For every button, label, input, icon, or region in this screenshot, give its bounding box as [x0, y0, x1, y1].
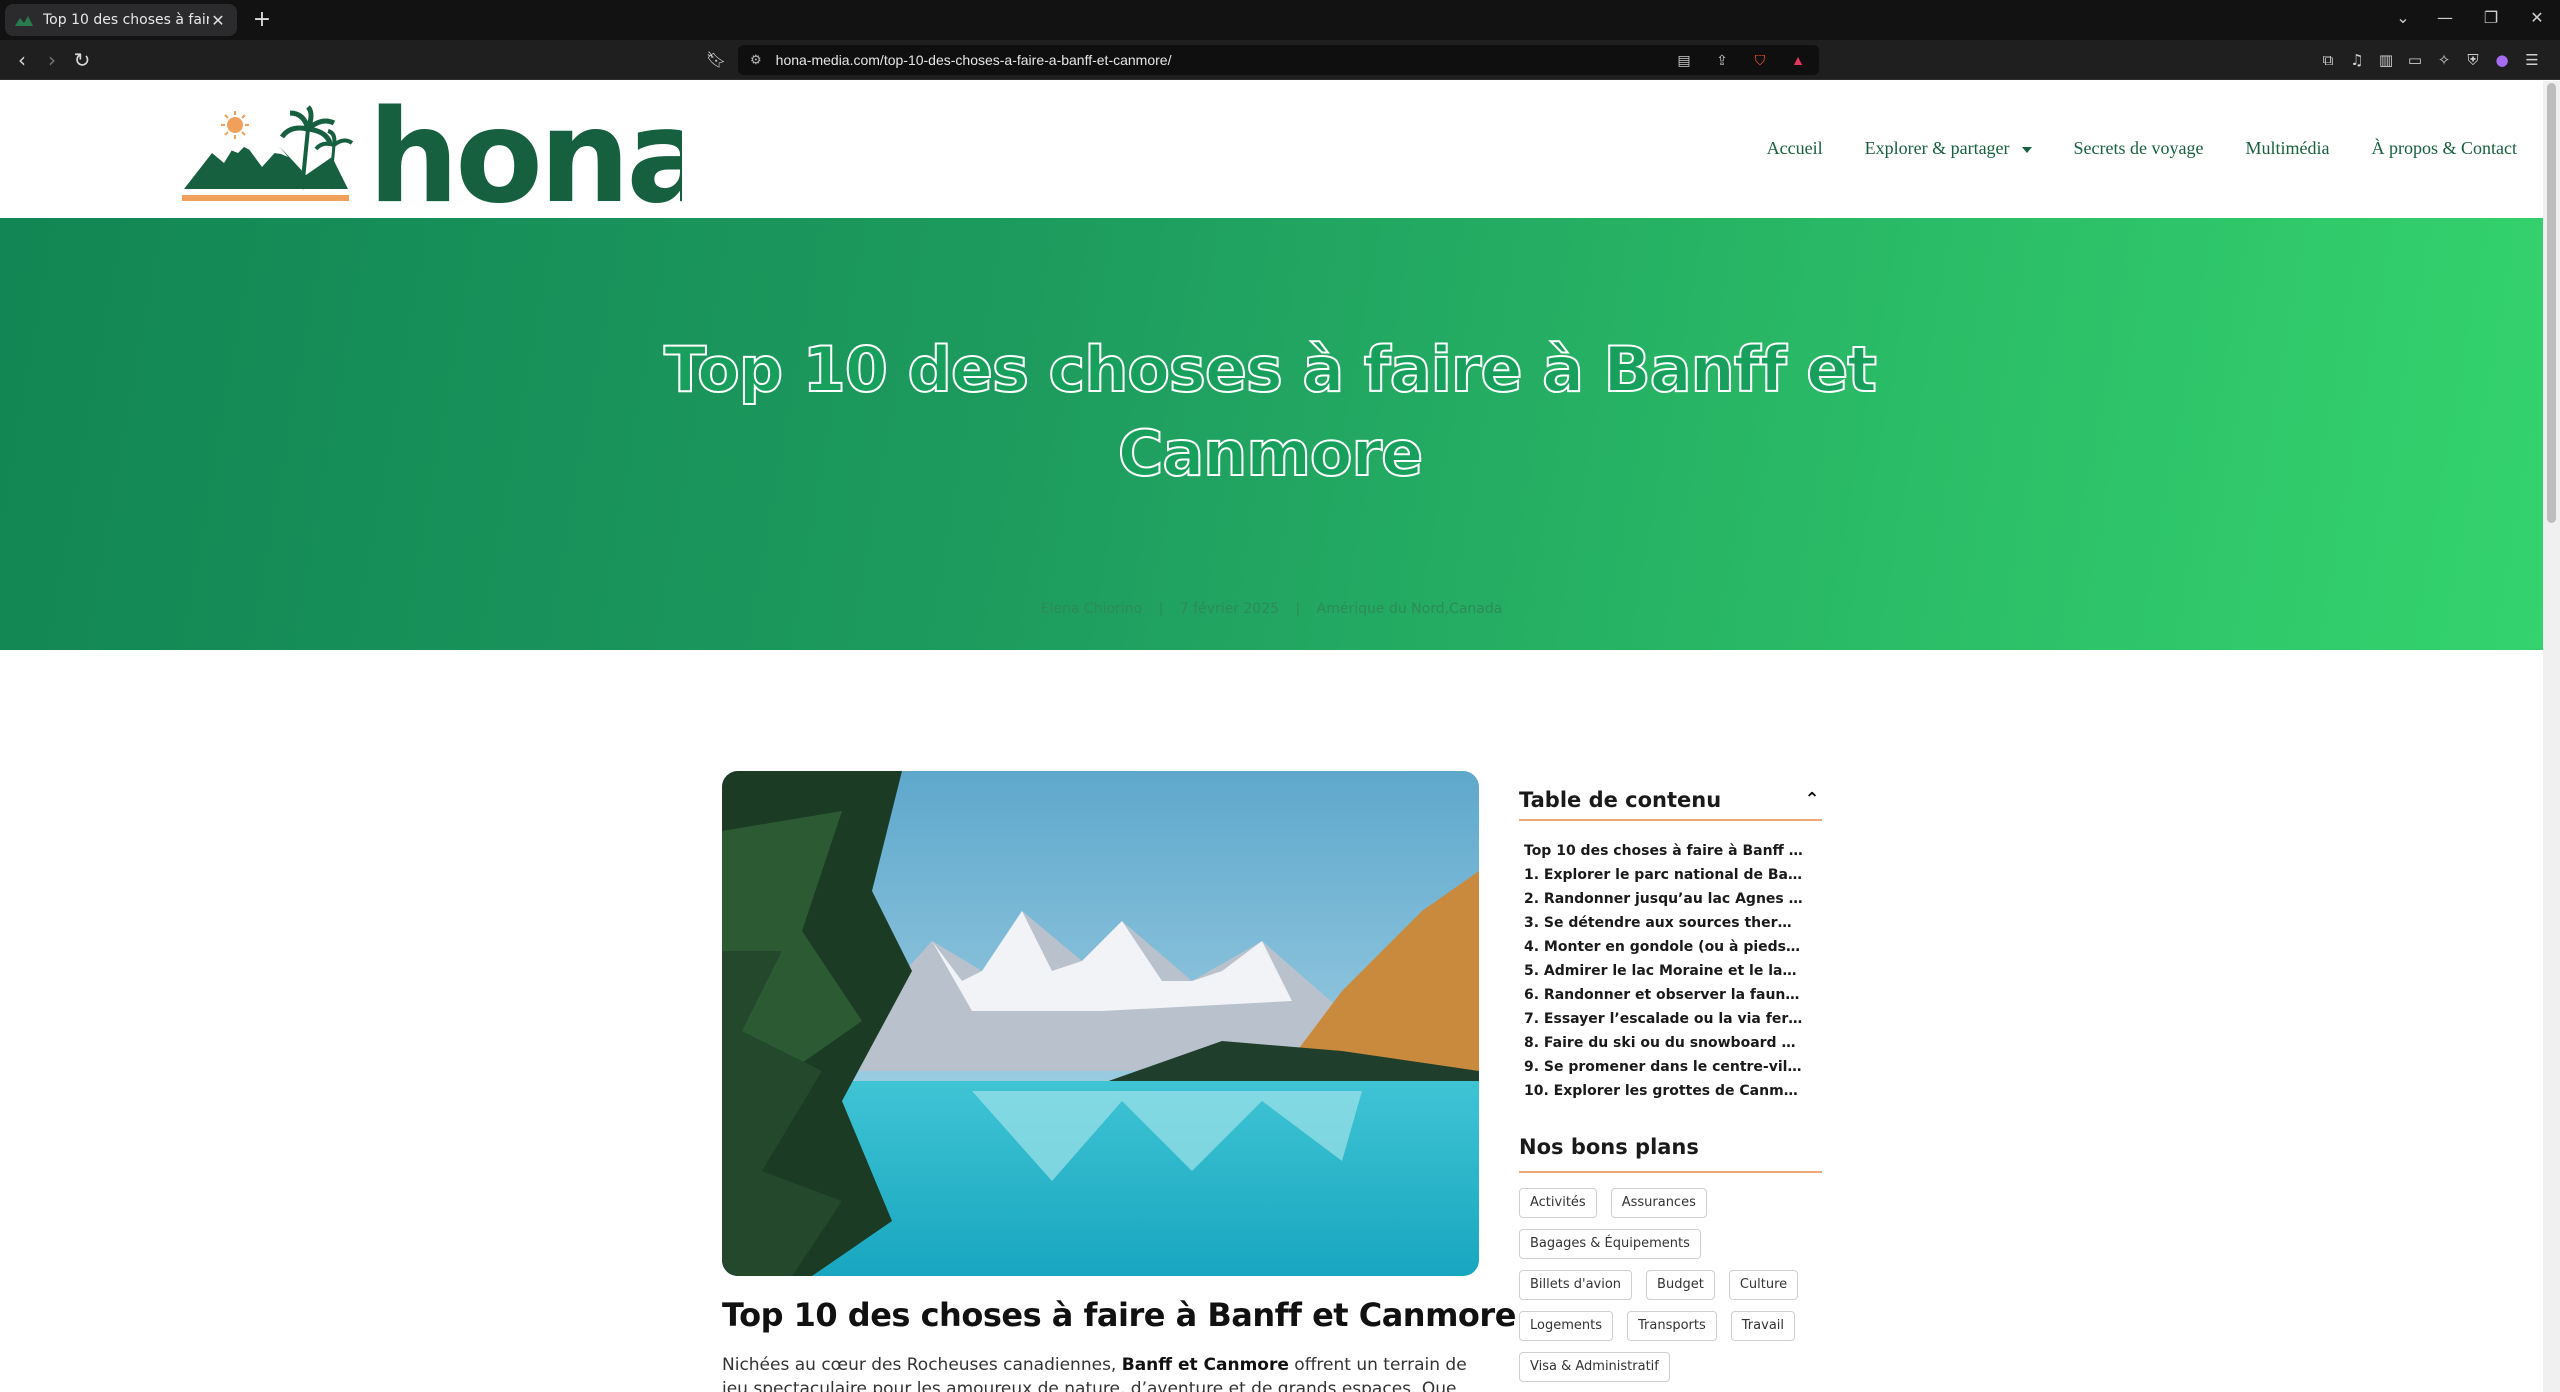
toc-item[interactable]: 10. Explorer les grottes de Canmore (Rat…: [1524, 1079, 1804, 1103]
nav-item-explorer-label: Explorer & partager: [1864, 138, 2010, 158]
forward-icon[interactable]: ›: [38, 46, 66, 74]
brave-rewards-icon[interactable]: ▲: [1787, 49, 1809, 71]
tag-cloud: Activités Assurances Bagages & Équipemen…: [1519, 1173, 1822, 1382]
tab-title: Top 10 des choses à faire à Banff: [43, 12, 209, 28]
tag-transports[interactable]: Transports: [1627, 1311, 1717, 1341]
toc-item[interactable]: 2. Randonner jusqu’au lac Agnes et son s…: [1524, 887, 1804, 911]
site-info-icon[interactable]: ⚙: [750, 52, 762, 68]
hona-favicon-icon: [15, 16, 33, 26]
article-intro: Nichées au cœur des Rocheuses canadienne…: [722, 1353, 1482, 1392]
web-page: hona Accueil Explorer & partager Secrets…: [0, 81, 2543, 1392]
toc-header[interactable]: Table de contenu ⌃: [1519, 781, 1822, 821]
extensions-icon[interactable]: ⧉: [2316, 48, 2340, 72]
tag-culture[interactable]: Culture: [1728, 1270, 1799, 1300]
toc-item[interactable]: 4. Monter en gondole (ou à pieds) jusqu’…: [1524, 935, 1804, 959]
toc-item[interactable]: 5. Admirer le lac Moraine et le lac Loui…: [1524, 959, 1804, 983]
plans-title: Nos bons plans: [1519, 1135, 1822, 1173]
url-text: hona-media.com/top-10-des-choses-a-faire…: [775, 52, 1172, 68]
toc-item[interactable]: 8. Faire du ski ou du snowboard à Banff: [1524, 1031, 1804, 1055]
sidebar: Table de contenu ⌃ Top 10 des choses à f…: [1519, 781, 1822, 1382]
scrollbar-thumb[interactable]: [2547, 83, 2556, 523]
logo-text: hona: [368, 97, 682, 207]
nav-item-accueil[interactable]: Accueil: [1767, 138, 1823, 159]
tag-budget[interactable]: Budget: [1646, 1270, 1715, 1300]
nav-item-explorer[interactable]: Explorer & partager: [1865, 138, 2032, 159]
leo-ai-icon[interactable]: ✧: [2432, 48, 2456, 72]
brave-shields-icon[interactable]: ⛉: [1749, 49, 1771, 71]
wallet-icon[interactable]: ▭: [2403, 48, 2427, 72]
media-icon[interactable]: ♫: [2345, 48, 2369, 72]
tag-bagages[interactable]: Bagages & Équipements: [1519, 1229, 1701, 1259]
article-title: Top 10 des choses à faire à Banff et Can…: [722, 1296, 1516, 1334]
toc-item[interactable]: 3. Se détendre aux sources thermales de …: [1524, 911, 1804, 935]
tag-activites[interactable]: Activités: [1519, 1188, 1597, 1218]
hero-title: Top 10 des choses à faire à Banff et Can…: [663, 332, 1878, 491]
address-bar[interactable]: ⚙ hona-media.com/top-10-des-choses-a-fai…: [738, 45, 1819, 75]
nav-item-contact[interactable]: À propos & Contact: [2372, 138, 2518, 159]
toc-item[interactable]: Top 10 des choses à faire à Banff et Can…: [1524, 839, 1804, 863]
toc-title: Table de contenu: [1519, 788, 1722, 812]
toc-item[interactable]: 1. Explorer le parc national de Banff: [1524, 863, 1804, 887]
main-nav: Accueil Explorer & partager Secrets de v…: [1767, 138, 2517, 159]
menu-icon[interactable]: ☰: [2520, 48, 2544, 72]
meta-separator: |: [1295, 601, 1301, 617]
restore-icon[interactable]: ❐: [2476, 8, 2506, 27]
tag-assurances[interactable]: Assurances: [1610, 1188, 1707, 1218]
tag-logements[interactable]: Logements: [1519, 1311, 1613, 1341]
close-window-icon[interactable]: ✕: [2522, 8, 2552, 27]
tab-list-chevron-icon[interactable]: ⌄: [2388, 8, 2418, 27]
toc-item[interactable]: 6. Randonner et observer la faune à Canm…: [1524, 983, 1804, 1007]
toc-list: Top 10 des choses à faire à Banff et Can…: [1519, 821, 1822, 1103]
toc-item[interactable]: 7. Essayer l’escalade ou la via ferrata: [1524, 1007, 1804, 1031]
featured-image-moraine-lake: [722, 771, 1479, 1276]
tag-billets-avion[interactable]: Billets d'avion: [1519, 1270, 1633, 1300]
page-scrollbar[interactable]: [2543, 81, 2560, 1392]
hona-logo[interactable]: hona: [182, 83, 713, 232]
browser-tab[interactable]: Top 10 des choses à faire à Banff ✕: [5, 4, 237, 36]
tag-visa[interactable]: Visa & Administratif: [1519, 1352, 1670, 1382]
new-tab-button[interactable]: +: [248, 6, 276, 34]
article-intro-start: Nichées au cœur des Rocheuses canadienne…: [722, 1355, 1122, 1375]
tag-travail[interactable]: Travail: [1730, 1311, 1796, 1341]
post-categories[interactable]: Amérique du Nord,Canada: [1317, 601, 1503, 617]
minimize-icon[interactable]: —: [2430, 8, 2460, 27]
post-author[interactable]: Elena Chiorino: [1041, 601, 1142, 617]
logo-mountains-icon: hona: [182, 83, 713, 232]
post-date: 7 février 2025: [1179, 601, 1280, 617]
bookmark-icon[interactable]: 🔖︎: [702, 46, 730, 74]
close-tab-icon[interactable]: ✕: [209, 11, 227, 30]
nav-item-multimedia[interactable]: Multimédia: [2246, 138, 2330, 159]
reload-icon[interactable]: ↻: [68, 46, 96, 74]
sidebar-icon[interactable]: ▥: [2374, 48, 2398, 72]
vpn-icon[interactable]: ⛨: [2461, 48, 2485, 72]
site-header: hona Accueil Explorer & partager Secrets…: [0, 81, 2543, 232]
toc-item[interactable]: 9. Se promener dans le centre-ville de C…: [1524, 1055, 1804, 1079]
meta-separator: |: [1158, 601, 1164, 617]
browser-tab-bar: Top 10 des choses à faire à Banff ✕ + ⌄ …: [0, 0, 2560, 40]
share-icon[interactable]: ⇪: [1711, 49, 1733, 71]
back-icon[interactable]: ‹: [8, 46, 36, 74]
chevron-up-icon[interactable]: ⌃: [1802, 790, 1822, 810]
hero-banner: Top 10 des choses à faire à Banff et Can…: [0, 218, 2543, 650]
nav-item-secrets[interactable]: Secrets de voyage: [2074, 138, 2204, 159]
profile-icon[interactable]: ●: [2490, 48, 2514, 72]
browser-toolbar: ‹ › ↻ 🔖︎ ⚙ hona-media.com/top-10-des-cho…: [0, 40, 2560, 80]
article-intro-bold: Banff et Canmore: [1121, 1355, 1289, 1375]
reader-mode-icon[interactable]: ▤: [1673, 49, 1695, 71]
dropdown-caret-icon: [2021, 146, 2032, 153]
post-meta: Elena Chiorino | 7 février 2025 | Amériq…: [0, 601, 2543, 617]
